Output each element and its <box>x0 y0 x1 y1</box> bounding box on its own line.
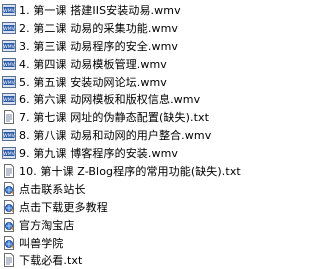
file-item[interactable]: 下载必看.txt <box>0 251 261 269</box>
file-name: 8. 第八课 动易和动网的用户整合.wmv <box>19 129 212 143</box>
file-name: 4. 第四课 动易模板管理.wmv <box>19 57 167 71</box>
file-name: 5. 第五课 安装动网论坛.wmv <box>19 75 167 89</box>
svg-text:WMV: WMV <box>3 151 15 157</box>
file-name: 下载必看.txt <box>19 254 83 268</box>
svg-text:WMV: WMV <box>3 26 15 32</box>
file-item[interactable]: 叫兽学院 <box>0 234 261 252</box>
svg-text:WMV: WMV <box>3 133 15 139</box>
wmv-file-icon: WMV <box>2 146 16 160</box>
file-item[interactable]: WMV 5. 第五课 安装动网论坛.wmv <box>0 73 261 91</box>
file-name: 7. 第七课 网址的伪静态配置(缺失).txt <box>19 111 210 125</box>
svg-text:WMV: WMV <box>3 97 15 103</box>
file-name: 1. 第一课 搭建IIS安装动易.wmv <box>19 3 181 17</box>
url-shortcut-icon <box>2 217 16 232</box>
url-shortcut-icon <box>2 199 16 214</box>
file-name: 官方淘宝店 <box>19 218 75 232</box>
file-item[interactable]: WMV 2. 第二课 动易的采集功能.wmv <box>0 19 261 37</box>
wmv-file-icon: WMV <box>2 57 16 71</box>
file-name: 点击下载更多教程 <box>19 200 108 214</box>
url-shortcut-icon <box>2 181 16 196</box>
svg-text:WMV: WMV <box>3 80 15 86</box>
wmv-file-icon: WMV <box>2 39 16 53</box>
wmv-file-icon: WMV <box>2 21 16 35</box>
file-name: 叫兽学院 <box>19 236 64 250</box>
file-item[interactable]: WMV 9. 第九课 博客程序的安装.wmv <box>0 144 261 162</box>
file-item[interactable]: 点击联系站长 <box>0 180 261 198</box>
file-item[interactable]: WMV 1. 第一课 搭建IIS安装动易.wmv <box>0 1 261 19</box>
file-item[interactable]: WMV 8. 第八课 动易和动网的用户整合.wmv <box>0 126 261 144</box>
txt-file-icon <box>2 163 16 178</box>
file-item[interactable]: 点击下载更多教程 <box>0 198 261 216</box>
file-item[interactable]: WMV 6. 第六课 动网模板和版权信息.wmv <box>0 90 261 108</box>
file-item[interactable]: WMV 3. 第三课 动易程序的安全.wmv <box>0 37 261 55</box>
file-name: 3. 第三课 动易程序的安全.wmv <box>19 39 179 53</box>
wmv-file-icon: WMV <box>2 3 16 17</box>
wmv-file-icon: WMV <box>2 92 16 106</box>
file-name: 10. 第十课 Z-Blog程序的常用功能(缺失).txt <box>19 164 241 178</box>
file-name: 6. 第六课 动网模板和版权信息.wmv <box>19 93 201 107</box>
file-name: 9. 第九课 博客程序的安装.wmv <box>19 147 179 161</box>
url-shortcut-icon <box>2 235 16 250</box>
file-item[interactable]: 7. 第七课 网址的伪静态配置(缺失).txt <box>0 108 261 126</box>
wmv-file-icon: WMV <box>2 128 16 142</box>
file-name: 点击联系站长 <box>19 182 86 196</box>
wmv-file-icon: WMV <box>2 75 16 89</box>
svg-text:WMV: WMV <box>3 44 15 50</box>
file-list: WMV 1. 第一课 搭建IIS安装动易.wmv WMV 2. 第二课 动易的采… <box>0 1 261 268</box>
file-item[interactable]: WMV 4. 第四课 动易模板管理.wmv <box>0 55 261 73</box>
svg-text:WMV: WMV <box>3 8 15 14</box>
file-name: 2. 第二课 动易的采集功能.wmv <box>19 21 179 35</box>
svg-text:WMV: WMV <box>3 62 15 68</box>
file-item[interactable]: 10. 第十课 Z-Blog程序的常用功能(缺失).txt <box>0 162 261 180</box>
txt-file-icon <box>2 253 16 268</box>
file-item[interactable]: 官方淘宝店 <box>0 216 261 234</box>
txt-file-icon <box>2 110 16 125</box>
